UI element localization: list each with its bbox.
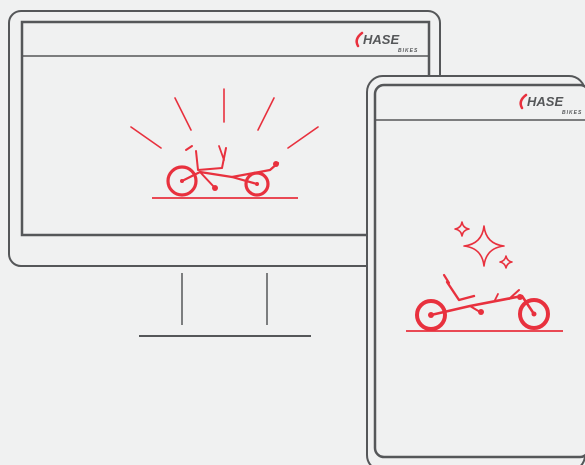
devices-illustration: HASE BIKES HASE BIKES (8, 10, 585, 465)
monitor-logo-word: HASE (363, 32, 399, 47)
monitor-logo-sub: BIKES (398, 48, 418, 54)
mobile-phone: HASE BIKES (366, 75, 585, 465)
phone-logo-word: HASE (527, 94, 563, 109)
phone-screen (373, 83, 585, 459)
phone-logo-sub: BIKES (562, 110, 582, 116)
